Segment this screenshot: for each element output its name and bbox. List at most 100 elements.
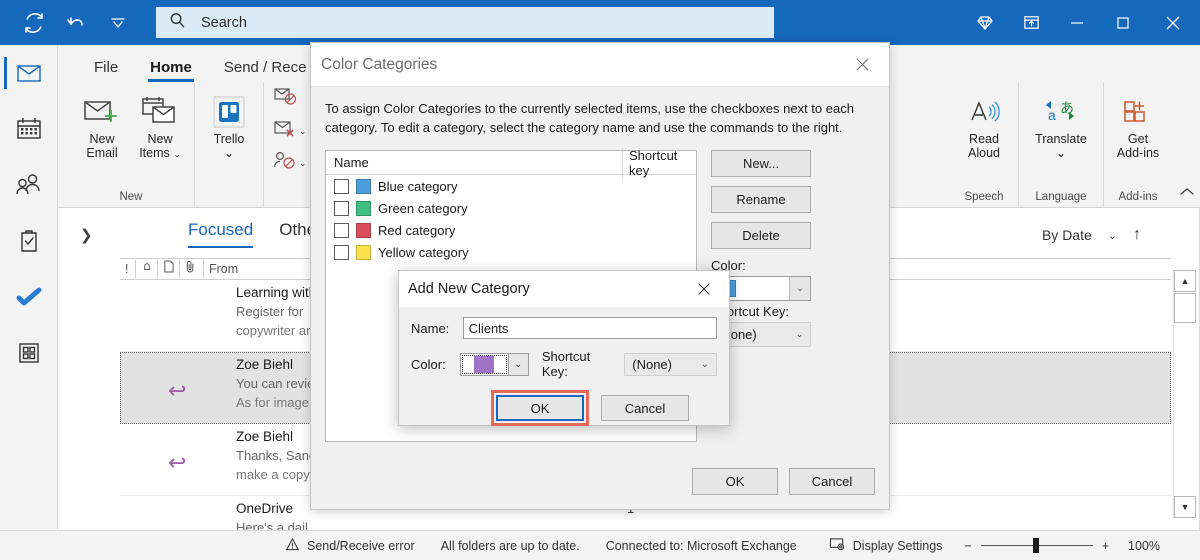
row-preview: As for image: [236, 395, 309, 410]
shortcut-key-dropdown[interactable]: (None) ⌄: [624, 352, 717, 376]
send-receive-error[interactable]: Send/Receive error: [285, 537, 415, 555]
column-reminder[interactable]: [136, 260, 158, 278]
read-aloud-button[interactable]: Read Aloud: [956, 88, 1012, 160]
color-label: Color:: [411, 356, 446, 372]
ok-button-highlight: OK: [491, 390, 589, 426]
get-addins-button[interactable]: Get Add-ins: [1110, 88, 1166, 160]
tab-file[interactable]: File: [80, 55, 132, 82]
sidebar-item-more-apps[interactable]: [0, 325, 58, 381]
quick-access-toolbar: [0, 5, 138, 41]
diamond-icon[interactable]: [962, 0, 1008, 45]
color-dropdown[interactable]: [459, 352, 509, 376]
ignore-button[interactable]: [270, 84, 302, 114]
new-items-label-2: Items ⌄: [139, 146, 181, 161]
tab-home[interactable]: Home: [136, 55, 206, 82]
add-new-category-dialog: Add New Category Name: Clients Color: ⌄ …: [398, 270, 730, 426]
column-item[interactable]: [158, 260, 180, 278]
category-checkbox[interactable]: [334, 178, 349, 194]
search-icon: [168, 11, 187, 35]
chevron-down-icon[interactable]: ⌄: [701, 359, 709, 370]
list-item[interactable]: Yellow category: [326, 241, 696, 263]
sort-ascending-icon[interactable]: ↑: [1133, 226, 1141, 244]
page-title: Color Categories: [321, 55, 438, 73]
chevron-down-icon[interactable]: ⌄: [224, 146, 234, 160]
close-icon[interactable]: [685, 272, 723, 306]
row-preview: copywriter ar: [236, 323, 311, 338]
trello-button[interactable]: Trello ⌄: [201, 88, 257, 160]
junk-button[interactable]: ⌄: [270, 116, 310, 146]
block-sender-button[interactable]: ⌄: [270, 148, 310, 178]
search-input[interactable]: Search: [156, 7, 774, 38]
new-items-label-text: Items: [139, 146, 170, 160]
list-item[interactable]: Green category: [326, 197, 696, 219]
new-email-button[interactable]: New Email: [74, 88, 130, 160]
list-item[interactable]: Red category: [326, 219, 696, 241]
get-addins-label-1: Get: [1127, 132, 1149, 146]
category-checkbox[interactable]: [334, 222, 349, 238]
zoom-thumb[interactable]: [1032, 538, 1039, 553]
chevron-down-icon[interactable]: ⌄: [789, 277, 810, 300]
ok-button[interactable]: OK: [496, 395, 584, 421]
cancel-button[interactable]: Cancel: [789, 468, 875, 495]
close-icon[interactable]: [843, 48, 881, 82]
collapse-ribbon-icon[interactable]: [1178, 185, 1196, 204]
chevron-down-icon[interactable]: ⌄: [299, 158, 307, 169]
zoom-slider[interactable]: − + 100%: [964, 538, 1160, 553]
junk-icon: [273, 119, 297, 144]
ok-button[interactable]: OK: [692, 468, 778, 495]
row-subject: You can revie: [236, 376, 315, 391]
cancel-button[interactable]: Cancel: [601, 395, 689, 421]
display-settings-button[interactable]: Display Settings: [829, 537, 942, 555]
color-shortcut-row: Color: ⌄ Shortcut Key: (None) ⌄: [399, 349, 729, 379]
undo-icon[interactable]: [56, 5, 96, 41]
sort-control[interactable]: By Date ⌄ ↑: [1042, 226, 1141, 244]
expand-folder-pane-icon[interactable]: ❯: [80, 226, 93, 244]
col-name[interactable]: Name: [326, 155, 622, 170]
sidebar-item-calendar[interactable]: [0, 101, 58, 157]
delete-category-button[interactable]: Delete: [711, 222, 811, 249]
name-field[interactable]: Clients: [462, 317, 717, 339]
chevron-down-icon[interactable]: ⌄: [1056, 146, 1066, 160]
zoom-out-button[interactable]: −: [964, 539, 971, 553]
sidebar-item-mail[interactable]: [0, 45, 58, 101]
zoom-track[interactable]: [980, 538, 1093, 553]
get-addins-icon: [1120, 92, 1156, 132]
ribbon-group-addins: Get Add-ins Add-ins: [1104, 82, 1200, 208]
list-item[interactable]: Blue category: [326, 175, 696, 197]
new-items-button[interactable]: New Items ⌄: [132, 88, 188, 161]
row-from: OneDrive: [236, 501, 294, 516]
restore-ribbon-icon[interactable]: [1008, 0, 1054, 45]
new-category-button[interactable]: New...: [711, 150, 811, 177]
scrollbar-thumb[interactable]: [1174, 293, 1196, 323]
scroll-down-icon[interactable]: ▼: [1174, 496, 1196, 518]
chevron-down-icon[interactable]: ⌄: [299, 126, 307, 137]
sync-icon[interactable]: [14, 5, 54, 41]
category-checkbox[interactable]: [334, 200, 349, 216]
column-importance[interactable]: !: [120, 260, 136, 278]
chevron-down-icon[interactable]: ⌄: [1108, 229, 1117, 242]
warning-icon: [285, 537, 300, 555]
zoom-in-button[interactable]: +: [1102, 539, 1109, 553]
category-checkbox[interactable]: [334, 244, 349, 260]
sidebar-item-tasks[interactable]: [0, 213, 58, 269]
customize-qat-icon[interactable]: [98, 5, 138, 41]
scrollbar[interactable]: ▲ ▼: [1173, 270, 1197, 518]
category-color-swatch: [356, 244, 371, 260]
sidebar-item-todo[interactable]: [0, 269, 58, 325]
chevron-down-icon[interactable]: ⌄: [173, 149, 181, 159]
minimize-icon[interactable]: [1054, 0, 1100, 45]
scroll-up-icon[interactable]: ▲: [1174, 270, 1196, 292]
tab-focused[interactable]: Focused: [188, 220, 254, 248]
category-color-swatch: [356, 222, 371, 238]
col-shortcut-key[interactable]: Shortcut key: [622, 147, 682, 178]
rename-category-button[interactable]: Rename: [711, 186, 811, 213]
zoom-value: 100%: [1128, 538, 1160, 553]
chevron-down-icon[interactable]: ⌄: [508, 352, 529, 376]
translate-button[interactable]: a あ Translate ⌄: [1025, 88, 1097, 160]
sidebar-item-people[interactable]: [0, 157, 58, 213]
chevron-down-icon[interactable]: ⌄: [789, 323, 810, 346]
column-attachment[interactable]: [180, 260, 204, 278]
tab-send-receive[interactable]: Send / Rece: [210, 55, 321, 82]
close-icon[interactable]: [1146, 0, 1200, 45]
maximize-icon[interactable]: [1100, 0, 1146, 45]
